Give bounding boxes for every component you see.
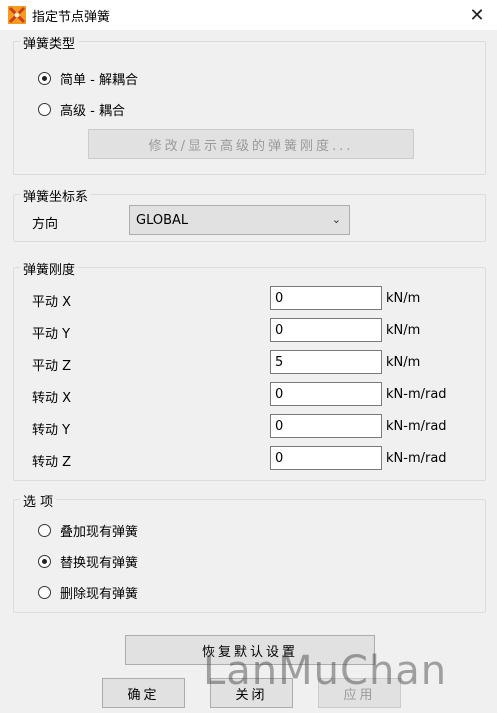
radio-delete-label: 删除现有弹簧 bbox=[60, 587, 139, 602]
radio-add-indicator[interactable] bbox=[38, 524, 51, 537]
radio-simple-uncoupled[interactable]: 简单 - 解耦合 bbox=[38, 69, 138, 88]
title-bar: 指定节点弹簧 ✕ bbox=[0, 0, 497, 30]
spring-type-legend: 弹簧类型 bbox=[20, 33, 79, 52]
window-title: 指定节点弹簧 bbox=[32, 10, 111, 25]
close-icon[interactable]: ✕ bbox=[457, 0, 497, 30]
radio-advanced-indicator[interactable] bbox=[38, 103, 51, 116]
stiffness-label-ux: 平动 X bbox=[32, 295, 72, 310]
advanced-stiffness-button[interactable]: 修改/显示高级的弹簧刚度... bbox=[88, 129, 414, 159]
direction-label: 方向 bbox=[32, 217, 59, 232]
direction-select[interactable]: GLOBAL ⌄ bbox=[129, 205, 350, 235]
stiffness-input-rx[interactable] bbox=[270, 382, 382, 406]
radio-simple-indicator[interactable] bbox=[38, 72, 51, 85]
stiffness-input-uz[interactable] bbox=[270, 350, 382, 374]
stiffness-unit-ry: kN-m/rad bbox=[386, 419, 447, 434]
apply-button[interactable]: 应用 bbox=[318, 678, 401, 708]
stiffness-label-rz: 转动 Z bbox=[32, 455, 72, 470]
options-group: 选 项 叠加现有弹簧 替换现有弹簧 删除现有弹簧 bbox=[13, 491, 486, 613]
coord-system-legend: 弹簧坐标系 bbox=[20, 186, 92, 205]
radio-replace-indicator[interactable] bbox=[38, 555, 51, 568]
dialog-body: 弹簧类型 简单 - 解耦合 高级 - 耦合 修改/显示高级的弹簧刚度... 弹簧… bbox=[0, 30, 497, 713]
ok-button[interactable]: 确定 bbox=[102, 678, 185, 708]
coord-system-group: 弹簧坐标系 方向 GLOBAL ⌄ bbox=[13, 186, 486, 242]
radio-add-label: 叠加现有弹簧 bbox=[60, 525, 139, 540]
chevron-down-icon: ⌄ bbox=[331, 213, 341, 226]
radio-simple-label: 简单 - 解耦合 bbox=[60, 73, 138, 88]
stiffness-label-ry: 转动 Y bbox=[32, 423, 71, 438]
radio-delete-indicator[interactable] bbox=[38, 586, 51, 599]
options-legend: 选 项 bbox=[20, 491, 57, 510]
stiffness-unit-uy: kN/m bbox=[386, 323, 421, 338]
stiffness-legend: 弹簧刚度 bbox=[20, 259, 79, 278]
stiffness-group: 弹簧刚度 平动 X kN/m 平动 Y kN/m 平动 Z kN/m 转动 X … bbox=[13, 259, 486, 481]
radio-add-existing[interactable]: 叠加现有弹簧 bbox=[38, 521, 138, 540]
stiffness-label-rx: 转动 X bbox=[32, 391, 72, 406]
reset-defaults-button[interactable]: 恢复默认设置 bbox=[125, 635, 375, 665]
stiffness-input-uy[interactable] bbox=[270, 318, 382, 342]
stiffness-label-uy: 平动 Y bbox=[32, 327, 71, 342]
stiffness-input-rz[interactable] bbox=[270, 446, 382, 470]
stiffness-unit-ux: kN/m bbox=[386, 291, 421, 306]
radio-advanced-label: 高级 - 耦合 bbox=[60, 104, 125, 119]
radio-replace-label: 替换现有弹簧 bbox=[60, 556, 139, 571]
close-button[interactable]: 关闭 bbox=[210, 678, 293, 708]
radio-replace-existing[interactable]: 替换现有弹簧 bbox=[38, 552, 138, 571]
radio-advanced-coupled[interactable]: 高级 - 耦合 bbox=[38, 100, 125, 119]
radio-delete-existing[interactable]: 删除现有弹簧 bbox=[38, 583, 138, 602]
stiffness-unit-rz: kN-m/rad bbox=[386, 451, 447, 466]
direction-selected-value: GLOBAL bbox=[136, 212, 189, 228]
stiffness-input-ux[interactable] bbox=[270, 286, 382, 310]
stiffness-unit-rx: kN-m/rad bbox=[386, 387, 447, 402]
stiffness-input-ry[interactable] bbox=[270, 414, 382, 438]
stiffness-unit-uz: kN/m bbox=[386, 355, 421, 370]
spring-type-group: 弹簧类型 简单 - 解耦合 高级 - 耦合 修改/显示高级的弹簧刚度... bbox=[13, 33, 486, 175]
app-icon bbox=[8, 6, 26, 24]
stiffness-label-uz: 平动 Z bbox=[32, 359, 72, 374]
